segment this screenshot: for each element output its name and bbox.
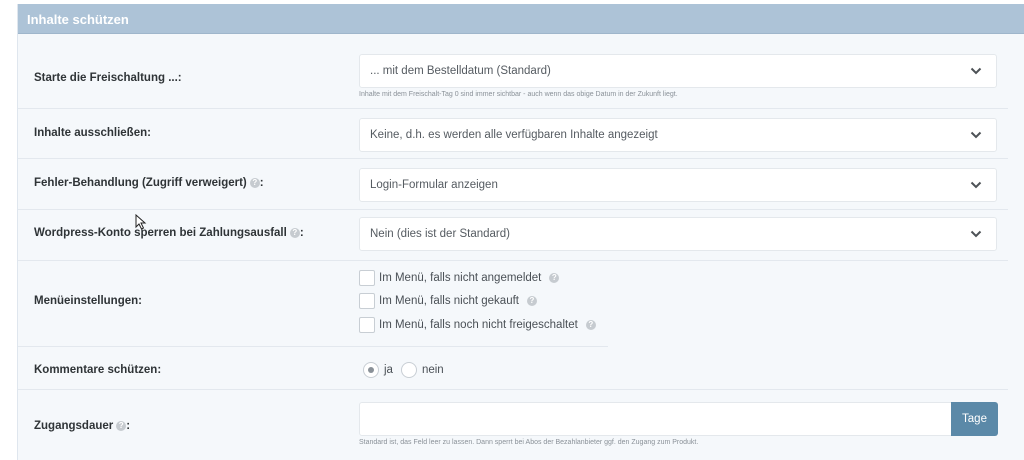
start-unlock-select[interactable]: ... mit dem Bestelldatum (Standard) (359, 54, 997, 88)
protect-content-panel: Inhalte schützen Starte die Freischaltun… (17, 4, 1024, 460)
chevron-down-icon (970, 67, 982, 75)
row-divider (18, 260, 1008, 261)
mouse-cursor-icon (135, 214, 147, 230)
radio-label-nein: nein (421, 364, 444, 376)
checkbox[interactable] (359, 293, 375, 309)
start-unlock-value: ... mit dem Bestelldatum (Standard) (370, 65, 551, 77)
start-unlock-label: Starte die Freischaltung ...: (34, 72, 182, 84)
access-duration-label: Zugangsdauer ? : (34, 420, 130, 432)
radio-label-ja: ja (384, 364, 393, 376)
wp-account-label: Wordpress-Konto sperren bei Zahlungsausf… (34, 227, 304, 239)
checkbox-label: Im Menü, falls nicht gekauft (379, 295, 519, 307)
radio-nein[interactable] (400, 362, 417, 378)
panel-title: Inhalte schützen (27, 12, 129, 27)
days-addon: Tage (951, 402, 998, 436)
menu-settings-label: Menüeinstellungen: (34, 295, 142, 307)
checkbox-label: Im Menü, falls nicht angemeldet (379, 272, 542, 284)
exclude-content-label-text: Inhalte ausschließen: (34, 127, 151, 139)
question-circle-icon[interactable]: ? (585, 320, 596, 330)
menu-option-not-unlocked[interactable]: Im Menü, falls noch nicht freigeschaltet… (359, 317, 596, 333)
question-circle-icon[interactable]: ? (526, 296, 537, 306)
menu-settings-label-text: Menüeinstellungen: (34, 295, 142, 307)
chevron-down-icon (970, 181, 982, 189)
row-divider (18, 209, 1008, 210)
exclude-content-select[interactable]: Keine, d.h. es werden alle verfügbaren I… (359, 118, 997, 152)
row-divider (18, 158, 1008, 159)
menu-option-not-purchased[interactable]: Im Menü, falls nicht gekauft ? (359, 293, 537, 309)
exclude-content-value: Keine, d.h. es werden alle verfügbaren I… (370, 129, 658, 141)
protect-comments-radio-group: ja nein (363, 362, 452, 378)
protect-comments-label: Kommentare schützen: (34, 364, 161, 376)
error-handling-value: Login-Formular anzeigen (370, 179, 498, 191)
question-circle-icon[interactable]: ? (289, 228, 300, 238)
access-duration-label-suffix: : (126, 420, 131, 432)
checkbox[interactable] (359, 270, 375, 286)
row-divider (18, 346, 608, 347)
error-handling-label-text: Fehler-Behandlung (Zugriff verweigert) (34, 177, 247, 189)
access-duration-label-text: Zugangsdauer (34, 420, 114, 432)
row-divider (18, 108, 1008, 109)
row-divider (18, 389, 1008, 390)
question-circle-icon[interactable]: ? (549, 273, 560, 283)
panel-header: Inhalte schützen (18, 4, 1024, 34)
question-circle-icon[interactable]: ? (249, 178, 260, 188)
wp-account-value: Nein (dies ist der Standard) (370, 228, 510, 240)
question-circle-icon[interactable]: ? (116, 421, 127, 431)
start-unlock-hint: Inhalte mit dem Freischalt-Tag 0 sind im… (359, 91, 678, 98)
start-unlock-label-text: Starte die Freischaltung ...: (34, 72, 182, 84)
error-handling-label: Fehler-Behandlung (Zugriff verweigert) ?… (34, 177, 264, 189)
chevron-down-icon (970, 131, 982, 139)
access-duration-hint: Standard ist, das Feld leer zu lassen. D… (359, 439, 699, 446)
checkbox-label: Im Menü, falls noch nicht freigeschaltet (379, 319, 578, 331)
wp-account-label-suffix: : (299, 227, 304, 239)
wp-account-label-text: Wordpress-Konto sperren bei Zahlungsausf… (34, 227, 287, 239)
radio-ja[interactable] (363, 362, 379, 378)
exclude-content-label: Inhalte ausschließen: (34, 127, 151, 139)
menu-option-not-logged-in[interactable]: Im Menü, falls nicht angemeldet ? (359, 270, 560, 286)
error-handling-label-suffix: : (259, 177, 264, 189)
access-duration-input[interactable] (359, 402, 952, 436)
error-handling-select[interactable]: Login-Formular anzeigen (359, 168, 997, 202)
checkbox[interactable] (359, 317, 375, 333)
chevron-down-icon (970, 230, 982, 238)
protect-comments-label-text: Kommentare schützen: (34, 364, 162, 376)
wp-account-select[interactable]: Nein (dies ist der Standard) (359, 217, 997, 251)
